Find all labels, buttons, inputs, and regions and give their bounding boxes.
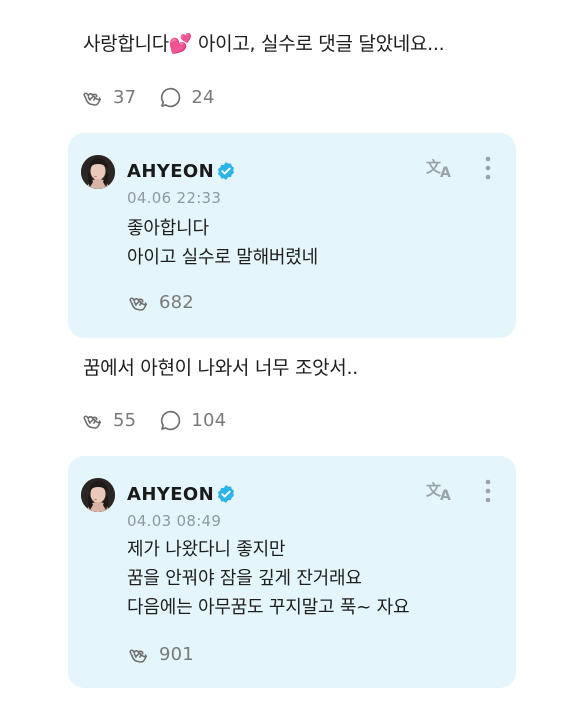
heart-hands-icon — [83, 92, 102, 106]
svg-text:A: A — [440, 488, 451, 504]
artist-name[interactable]: AHYEON — [127, 484, 214, 505]
verified-badge-icon — [218, 485, 234, 503]
artist-reply-card: AHYEON 04.03 08:49 文 A 제가 나왔다니 좋지만 꿈을 안꿔… — [68, 456, 516, 688]
reply-timestamp: 04.06 22:33 — [127, 189, 222, 207]
comment-bubble-icon — [161, 87, 181, 107]
reply-timestamp: 04.03 08:49 — [127, 512, 222, 530]
heart-emoji-icon: 💕 — [168, 33, 193, 55]
heart-hands-icon — [129, 649, 148, 663]
post-stats: 55 104 — [80, 407, 248, 433]
like-button[interactable]: 682 — [126, 290, 194, 315]
like-count: 901 — [159, 644, 194, 665]
artist-reply-card: AHYEON 04.06 22:33 文 A 좋아합니다 아이고 실수로 말해버… — [68, 133, 516, 338]
verified-badge-icon — [218, 162, 234, 180]
reply-text-line: 아이고 실수로 말해버렸네 — [127, 247, 319, 268]
like-count: 37 — [113, 86, 137, 108]
reply-text-line: 제가 나왔다니 좋지만 — [127, 539, 286, 560]
avatar[interactable] — [81, 478, 115, 512]
post-text: 꿈에서 아현이 나와서 너무 조앗서.. — [83, 357, 358, 379]
avatar-image — [81, 478, 115, 512]
post-stats: 37 24 — [80, 84, 237, 110]
heart-hands-icon — [129, 297, 148, 311]
reply-text-line: 꿈을 안꿔야 잠을 깊게 잔거래요 — [127, 568, 362, 589]
artist-name[interactable]: AHYEON — [127, 161, 214, 182]
avatar[interactable] — [81, 155, 115, 189]
comment-bubble-icon — [161, 410, 181, 430]
like-button[interactable]: 55 — [80, 408, 136, 433]
translate-icon[interactable]: 文 A — [425, 155, 455, 181]
avatar-image — [81, 155, 115, 189]
comment-button[interactable]: 104 — [158, 408, 226, 433]
svg-text:A: A — [440, 165, 451, 181]
fan-post: 꿈에서 아현이 나와서 너무 조앗서.. 55 104 — [0, 340, 583, 450]
comment-button[interactable]: 24 — [158, 85, 214, 110]
comment-count: 104 — [191, 409, 227, 431]
post-text-main: 사랑합니다 — [83, 33, 169, 55]
heart-hands-icon — [83, 415, 102, 429]
more-vertical-icon[interactable] — [482, 154, 494, 182]
comment-count: 24 — [191, 86, 215, 108]
post-text: 사랑합니다💕 아이고, 실수로 댓글 달았네요... — [83, 31, 445, 57]
like-button[interactable]: 901 — [126, 642, 194, 667]
more-vertical-icon[interactable] — [482, 477, 494, 505]
fan-post: 사랑합니다💕 아이고, 실수로 댓글 달았네요... 37 24 — [0, 0, 583, 120]
like-count: 682 — [159, 292, 194, 313]
like-count: 55 — [113, 409, 137, 431]
reply-text-line: 다음에는 아무꿈도 꾸지말고 푹~ 자요 — [127, 597, 410, 618]
like-button[interactable]: 37 — [80, 85, 136, 110]
post-text-rest: 아이고, 실수로 댓글 달았네요... — [192, 33, 445, 55]
reply-text-line: 좋아합니다 — [127, 218, 209, 239]
translate-icon[interactable]: 文 A — [425, 478, 455, 504]
